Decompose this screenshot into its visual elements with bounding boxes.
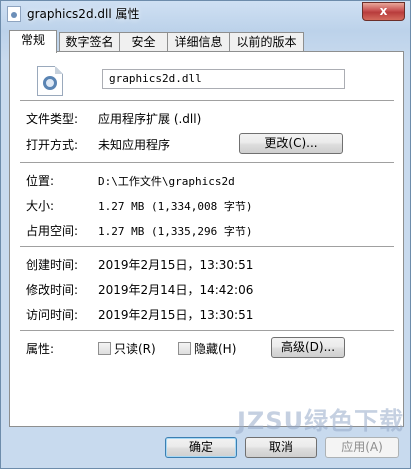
file-type-value: 应用程序扩展 (.dll)	[98, 112, 202, 126]
modified-value: 2019年2月14日，14:42:06	[98, 283, 254, 297]
change-button[interactable]: 更改(C)...	[239, 133, 343, 154]
properties-window: graphics2d.dll 属性 x 常规 数字签名 安全 详细信息 以前的版…	[0, 0, 411, 469]
tab-security[interactable]: 安全	[119, 32, 168, 52]
modified-label: 修改时间:	[26, 283, 79, 297]
close-button[interactable]: x	[362, 2, 405, 21]
ok-button[interactable]: 确定	[165, 437, 237, 458]
dll-file-icon	[7, 6, 21, 22]
separator	[20, 330, 394, 331]
accessed-value: 2019年2月15日，13:30:51	[98, 308, 254, 322]
created-label: 创建时间:	[26, 258, 79, 272]
size-value: 1.27 MB (1,334,008 字节)	[98, 200, 253, 213]
location-label: 位置:	[26, 174, 55, 188]
size-on-disk-value: 1.27 MB (1,335,296 字节)	[98, 225, 253, 238]
hidden-checkbox[interactable]	[178, 342, 191, 355]
file-type-label: 文件类型:	[26, 112, 79, 126]
tab-general[interactable]: 常规	[9, 30, 57, 53]
tab-bar: 常规 数字签名 安全 详细信息 以前的版本	[9, 30, 404, 53]
hidden-label: 隐藏(H)	[194, 342, 237, 356]
size-label: 大小:	[26, 199, 55, 213]
title-bar: graphics2d.dll 属性 x	[1, 1, 410, 27]
gear-icon	[43, 76, 57, 90]
watermark: JZSU绿色下载	[237, 407, 405, 435]
tab-digital-signature[interactable]: 数字签名	[59, 32, 120, 52]
open-with-value: 未知应用程序	[98, 138, 171, 152]
dll-file-icon	[37, 66, 63, 96]
separator	[20, 246, 394, 247]
location-value: D:\工作文件\graphics2d	[98, 175, 235, 188]
window-title: graphics2d.dll 属性	[27, 7, 140, 21]
separator	[20, 162, 394, 163]
tab-previous-versions[interactable]: 以前的版本	[229, 32, 304, 52]
open-with-label: 打开方式:	[26, 138, 79, 152]
separator	[20, 100, 394, 101]
advanced-button[interactable]: 高级(D)...	[271, 337, 345, 358]
attributes-label: 属性:	[26, 342, 55, 356]
general-panel: graphics2d.dll 文件类型: 应用程序扩展 (.dll) 打开方式:…	[9, 51, 404, 427]
accessed-label: 访问时间:	[26, 308, 79, 322]
file-name-input[interactable]: graphics2d.dll	[102, 69, 345, 89]
created-value: 2019年2月15日，13:30:51	[98, 258, 254, 272]
size-on-disk-label: 占用空间:	[26, 224, 79, 238]
cancel-button[interactable]: 取消	[245, 437, 317, 458]
tab-details[interactable]: 详细信息	[167, 32, 230, 52]
readonly-label: 只读(R)	[114, 342, 156, 356]
apply-button[interactable]: 应用(A)	[325, 437, 399, 458]
readonly-checkbox[interactable]	[98, 342, 111, 355]
